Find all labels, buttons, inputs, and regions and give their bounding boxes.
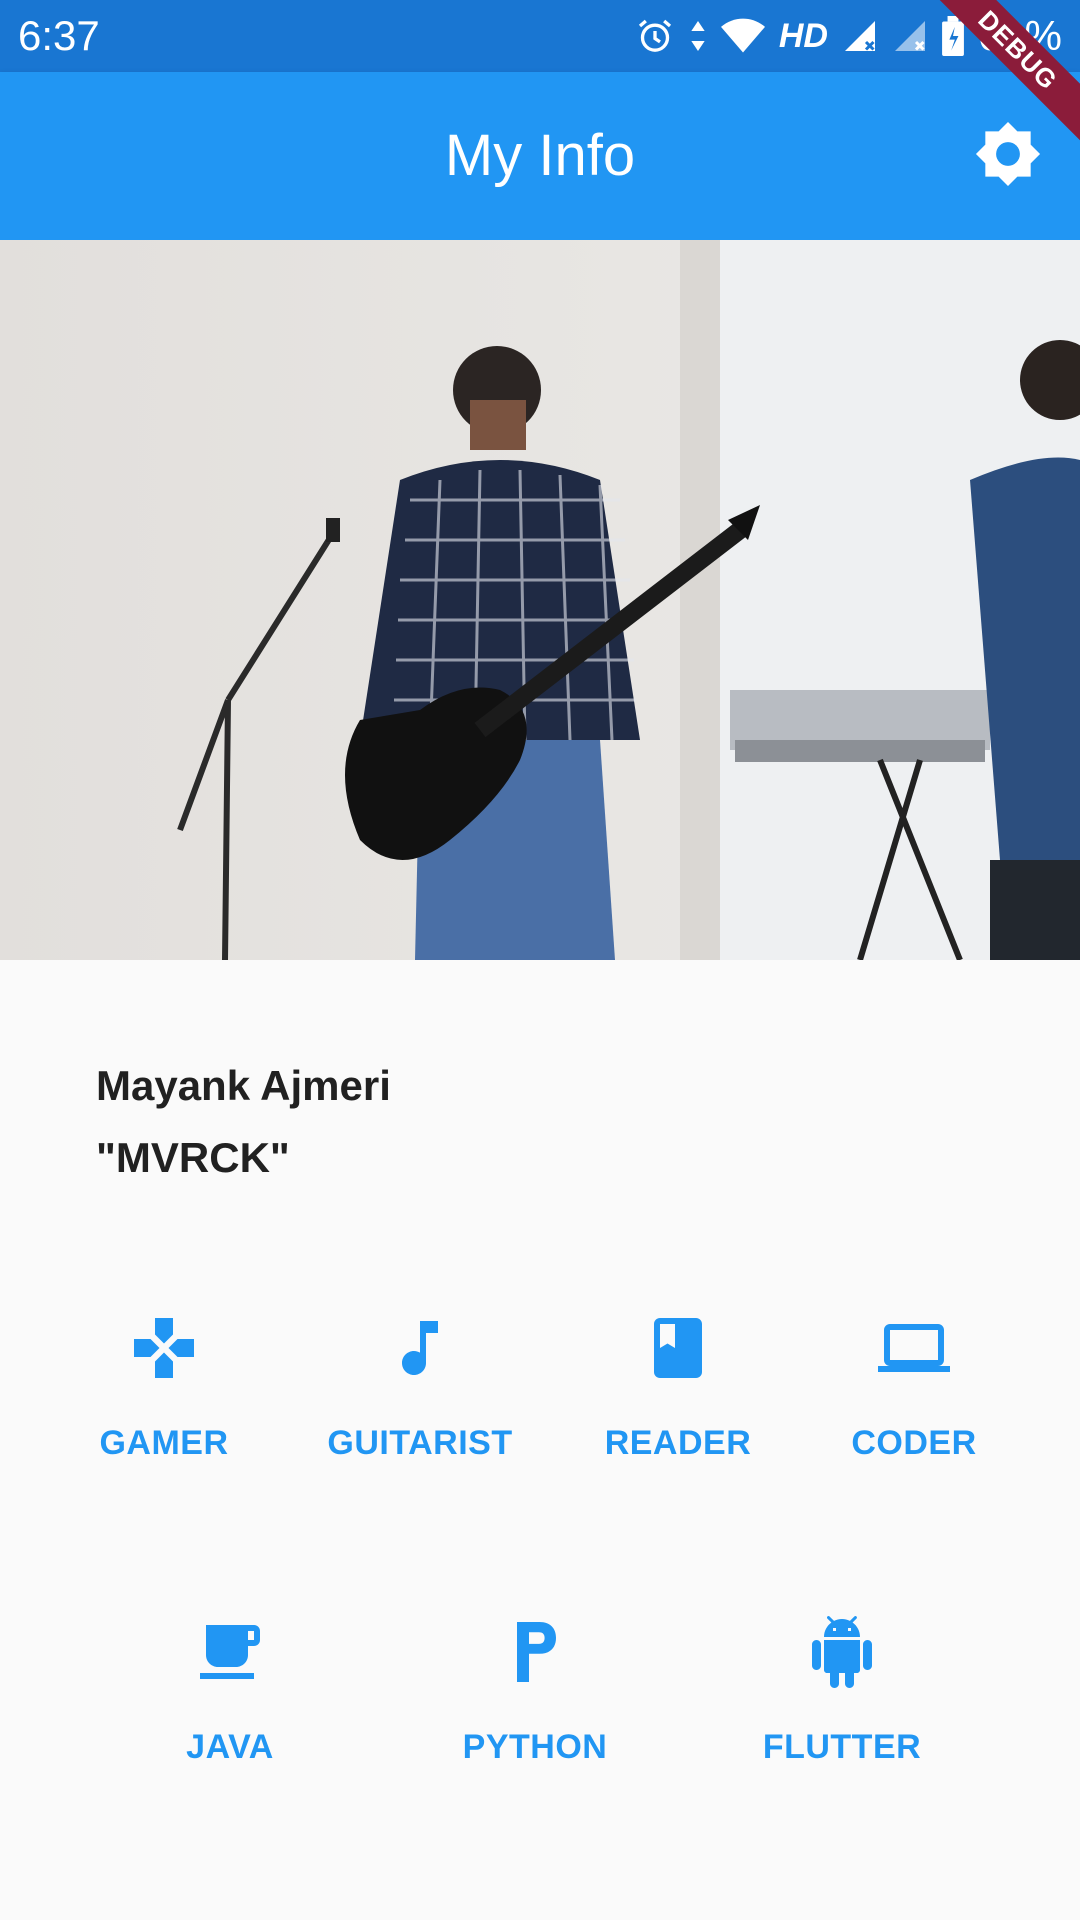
laptop-icon (878, 1312, 950, 1384)
profile-info: Mayank Ajmeri "MVRCK" (96, 1050, 391, 1194)
gamepad-icon (128, 1312, 200, 1384)
skill-label: GUITARIST (327, 1424, 513, 1462)
brightness-icon (974, 120, 1042, 193)
page-title: My Info (444, 123, 636, 188)
brightness-button[interactable] (966, 114, 1050, 198)
skill-label: READER (604, 1424, 752, 1462)
profile-name: Mayank Ajmeri (96, 1062, 391, 1109)
skill-label: JAVA (186, 1728, 274, 1766)
status-bar: 6:37 HD 60% (0, 0, 1080, 72)
book-icon (642, 1312, 714, 1384)
skill-flutter[interactable]: FLUTTER (732, 1616, 952, 1767)
music-note-icon (384, 1312, 456, 1384)
guitarist-photo (0, 240, 1080, 960)
alarm-icon (635, 16, 675, 56)
skill-label: PYTHON (462, 1728, 608, 1766)
status-time: 6:37 (18, 12, 100, 59)
skill-label: FLUTTER (762, 1728, 922, 1766)
network-type-label: HD (778, 16, 828, 55)
hero-image (0, 240, 1080, 960)
skill-reader[interactable]: READER (568, 1312, 788, 1463)
signal-icon (842, 18, 878, 54)
coffee-icon (194, 1616, 266, 1688)
skill-label: CODER (851, 1424, 977, 1462)
app-bar: My Info (0, 72, 1080, 240)
skill-java[interactable]: JAVA (120, 1616, 340, 1767)
battery-icon (942, 16, 964, 56)
profile-nickname: "MVRCK" (96, 1134, 290, 1181)
skill-gamer[interactable]: GAMER (54, 1312, 274, 1463)
skill-label: GAMER (99, 1424, 229, 1462)
skill-python[interactable]: PYTHON (425, 1616, 645, 1767)
wifi-icon (720, 16, 765, 56)
letter-p-icon (499, 1616, 571, 1688)
skill-coder[interactable]: CODER (804, 1312, 1024, 1463)
data-transfer-icon (689, 16, 707, 56)
skill-guitarist[interactable]: GUITARIST (310, 1312, 530, 1463)
signal-icon-2 (892, 18, 928, 54)
android-icon (806, 1616, 878, 1688)
